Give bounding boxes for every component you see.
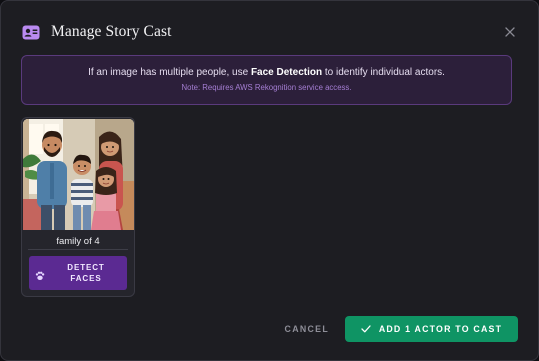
notice-prefix: If an image has multiple people, use	[88, 67, 251, 78]
cancel-button[interactable]: CANCEL	[285, 324, 329, 334]
detect-label-line2: FACES	[70, 274, 102, 283]
manage-cast-dialog: Manage Story Cast If an image has multip…	[0, 0, 539, 361]
paw-icon	[35, 268, 45, 280]
check-icon	[361, 325, 371, 333]
detect-faces-label: DETECT FACES	[49, 262, 123, 284]
add-actor-label: ADD 1 ACTOR TO CAST	[378, 324, 503, 334]
cast-card-label: family of 4	[28, 234, 128, 250]
notice-note: Note: Requires AWS Rekognition service a…	[181, 83, 352, 92]
cast-card: family of 4 DETECT FACES	[21, 117, 135, 297]
dialog-header: Manage Story Cast	[21, 21, 518, 43]
dialog-title: Manage Story Cast	[51, 23, 172, 40]
notice-emphasis: Face Detection	[250, 67, 323, 78]
add-actor-button[interactable]: ADD 1 ACTOR TO CAST	[345, 316, 518, 342]
cast-photo[interactable]	[23, 119, 134, 230]
dialog-footer: CANCEL ADD 1 ACTOR TO CAST	[285, 316, 518, 342]
notice-message: If an image has multiple people, use Fac…	[22, 67, 511, 78]
notice-suffix: to identify individual actors.	[322, 67, 445, 78]
id-card-icon	[21, 24, 40, 41]
detect-label-line1: DETECT	[67, 263, 105, 272]
close-icon	[505, 27, 515, 37]
detect-faces-button[interactable]: DETECT FACES	[29, 256, 127, 290]
info-notice: If an image has multiple people, use Fac…	[21, 55, 512, 105]
close-button[interactable]	[500, 22, 520, 42]
